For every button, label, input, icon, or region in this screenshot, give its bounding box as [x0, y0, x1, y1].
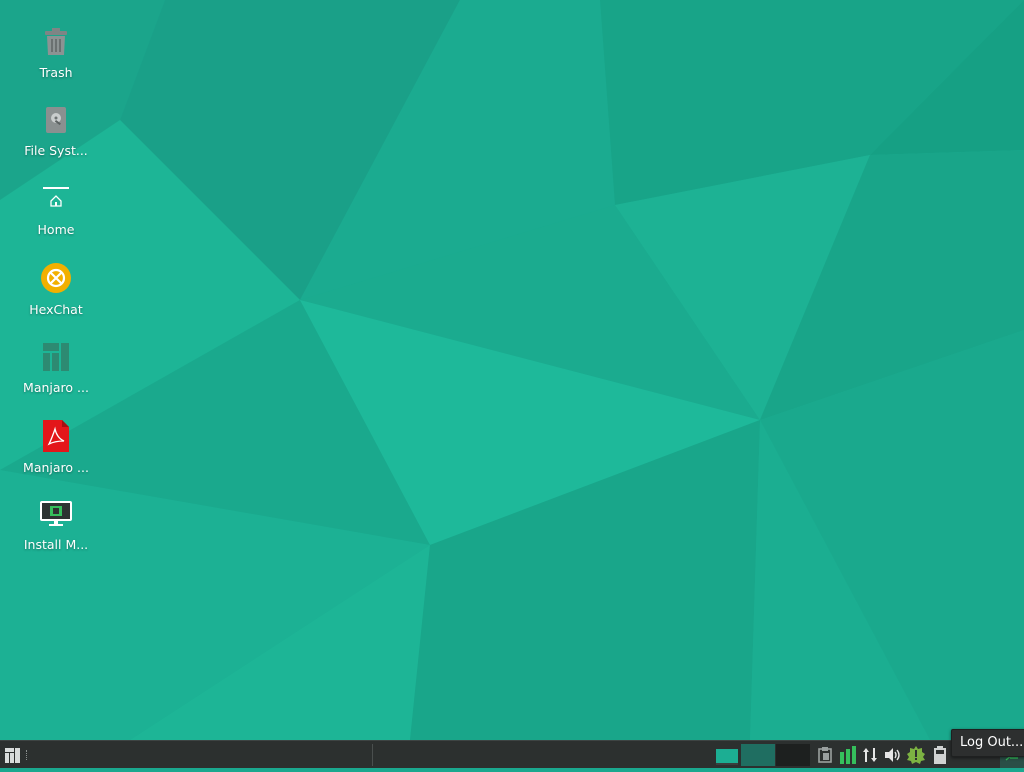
panel-handle[interactable] [26, 750, 30, 760]
battery-icon[interactable] [930, 745, 950, 765]
desktop-icon-label: Manjaro ... [23, 460, 89, 475]
manjaro-logo-icon [38, 341, 74, 372]
pdf-icon [38, 420, 74, 452]
desktop-icon-label: Trash [39, 65, 73, 80]
workspace-2-button[interactable] [741, 744, 775, 766]
panel-separator [372, 744, 373, 766]
desktop-wallpaper [0, 0, 1024, 740]
desktop-icon-label: HexChat [29, 302, 83, 317]
desktop-icon-label: File Syst... [24, 143, 88, 158]
manjaro-settings-icon[interactable] [838, 745, 858, 765]
desktop-icon-manjaro-settings[interactable]: Manjaro ... [12, 321, 100, 395]
volume-icon[interactable] [883, 745, 903, 765]
log-out-tooltip: Log Out... [951, 729, 1024, 757]
desktop-icon-file-system[interactable]: File Syst... [12, 84, 100, 158]
desktop-icon-manjaro-pdf[interactable]: Manjaro ... [12, 400, 100, 475]
workspace-window-thumb [716, 749, 738, 765]
trash-icon [38, 26, 74, 57]
desktop-icon-label: Home [37, 222, 75, 237]
desktop-icon-label: Install M... [23, 537, 89, 552]
drive-icon [38, 104, 74, 135]
desktop-icon-install-manjaro[interactable]: Install M... [12, 478, 100, 552]
desktop-icon-hexchat[interactable]: HexChat [12, 242, 100, 317]
desktop-icon-label: Manjaro ... [23, 380, 89, 395]
application-menu-button[interactable] [4, 746, 22, 764]
update-notifier-icon[interactable] [906, 745, 926, 765]
manjaro-menu-icon [5, 748, 20, 763]
home-icon [38, 183, 74, 214]
desktop-icon-home[interactable]: Home [12, 163, 100, 237]
hexchat-icon [38, 262, 74, 294]
bottom-panel [0, 740, 1024, 768]
desktop-icon-trash[interactable]: Trash [12, 6, 100, 80]
workspace-1-button[interactable] [714, 744, 740, 766]
installer-icon [38, 498, 74, 529]
clipboard-icon[interactable] [815, 745, 835, 765]
network-arrows-icon[interactable] [860, 745, 880, 765]
workspace-3-button[interactable] [776, 744, 810, 766]
